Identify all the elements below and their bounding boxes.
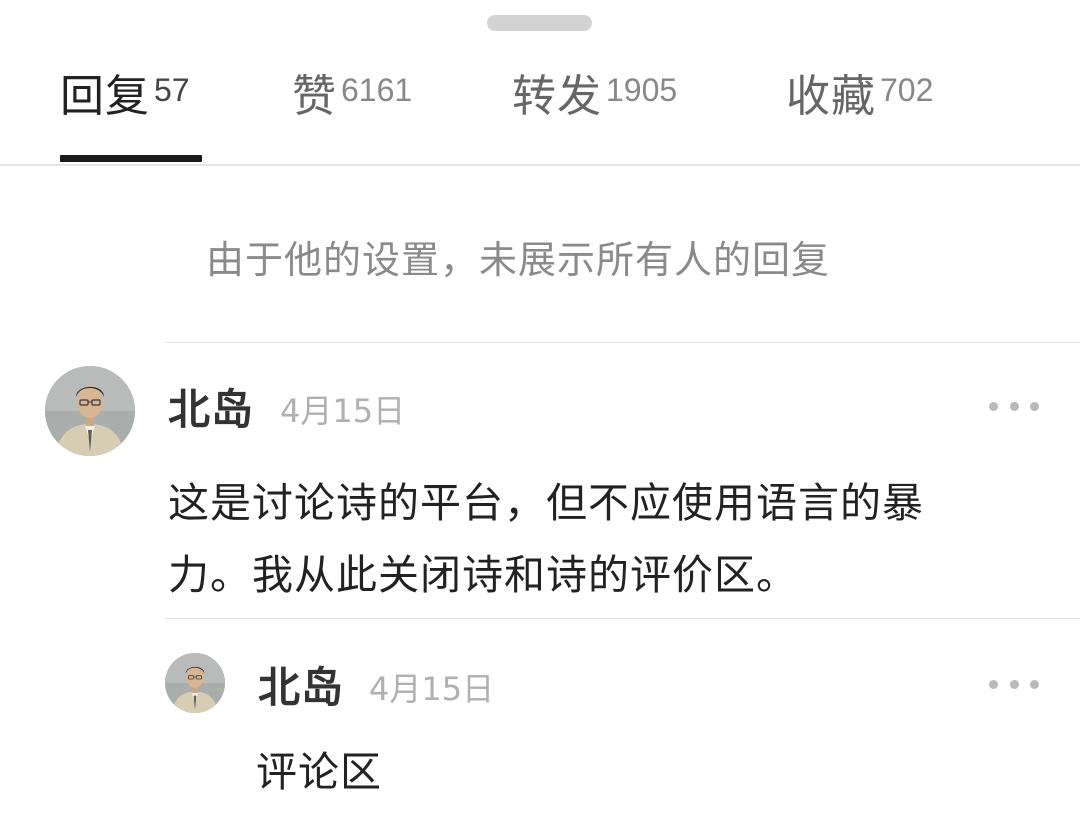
- comment-date: 4月15日: [280, 392, 406, 430]
- more-horizontal-icon[interactable]: [989, 674, 1039, 694]
- tab-replies-label: 回复: [60, 71, 150, 122]
- user-avatar[interactable]: [45, 366, 135, 456]
- divider: [165, 342, 1080, 343]
- tab-favorites[interactable]: 收藏 702: [786, 68, 933, 126]
- avatar-photo: [165, 653, 225, 713]
- tab-replies-count: 57: [154, 72, 190, 108]
- username[interactable]: 北岛: [258, 660, 344, 716]
- reply-sheet: 回复 57 赞 6161 转发 1905 收藏 702 由于他的设置，未展示所有…: [0, 0, 1080, 817]
- divider: [165, 618, 1080, 619]
- tab-reposts[interactable]: 转发 1905: [512, 68, 677, 126]
- tab-replies[interactable]: 回复 57: [60, 68, 190, 126]
- tab-reposts-label: 转发: [512, 71, 602, 122]
- comment-text: 评论区: [256, 736, 382, 808]
- comment-text-line: 这是讨论诗的平台，但不应使用语言的暴: [168, 479, 924, 527]
- tab-likes[interactable]: 赞 6161: [292, 68, 412, 126]
- tab-favorites-count: 702: [880, 72, 934, 108]
- tab-favorites-label: 收藏: [786, 71, 876, 122]
- tab-bar: 回复 57 赞 6161 转发 1905 收藏 702: [0, 60, 1080, 166]
- avatar-photo: [45, 366, 135, 456]
- comment-text-line: 评论区: [256, 748, 382, 796]
- tab-reposts-count: 1905: [606, 72, 678, 108]
- user-avatar[interactable]: [165, 653, 225, 713]
- username[interactable]: 北岛: [168, 382, 254, 438]
- drag-handle[interactable]: [487, 15, 592, 31]
- hidden-replies-notice: 由于他的设置，未展示所有人的回复: [206, 238, 831, 282]
- more-horizontal-icon[interactable]: [989, 396, 1039, 416]
- comment-text: 这是讨论诗的平台，但不应使用语言的暴 力。我从此关闭诗和诗的评价区。: [168, 467, 924, 611]
- tab-likes-label: 赞: [292, 71, 337, 122]
- active-tab-indicator: [60, 155, 202, 162]
- comment-text-line: 力。我从此关闭诗和诗的评价区。: [168, 551, 798, 599]
- tab-likes-count: 6161: [341, 72, 413, 108]
- comment-date: 4月15日: [369, 670, 495, 708]
